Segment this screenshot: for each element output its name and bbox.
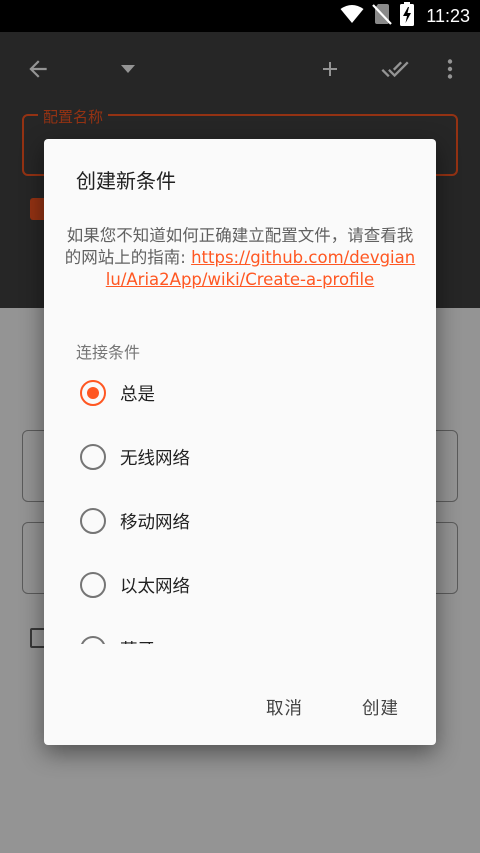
connection-condition-label: 连接条件 — [76, 343, 141, 362]
create-button[interactable]: 创建 — [362, 695, 399, 720]
option-wifi[interactable]: 无线网络 — [80, 437, 190, 477]
wifi-icon — [340, 4, 364, 28]
option-label: 总是 — [120, 384, 155, 405]
option-mobile[interactable]: 移动网络 — [80, 501, 190, 541]
status-time: 11:23 — [426, 5, 470, 26]
option-label: 以太网络 — [120, 576, 190, 597]
no-sim-icon — [372, 3, 393, 29]
battery-charging-icon — [400, 2, 415, 30]
create-condition-dialog: 创建新条件 如果您不知道如何正确建立配置文件，请查看我的网站上的指南: http… — [44, 139, 436, 745]
radio-button-unchecked-icon[interactable] — [80, 508, 106, 534]
radio-button-unchecked-icon[interactable] — [80, 636, 106, 644]
option-label: 移动网络 — [120, 512, 190, 533]
option-label: 蓝牙 — [120, 637, 155, 645]
option-bluetooth[interactable]: 蓝牙 — [80, 629, 155, 644]
dialog-title: 创建新条件 — [76, 169, 176, 193]
option-ethernet[interactable]: 以太网络 — [80, 565, 190, 605]
condition-options-list[interactable]: 总是 无线网络 移动网络 以太网络 蓝牙 — [44, 361, 436, 644]
radio-button-unchecked-icon[interactable] — [80, 572, 106, 598]
radio-button-checked-icon[interactable] — [80, 380, 106, 406]
status-icons: 11:23 — [340, 0, 470, 32]
dialog-message: 如果您不知道如何正确建立配置文件，请查看我的网站上的指南: https://gi… — [64, 225, 416, 291]
radio-button-unchecked-icon[interactable] — [80, 444, 106, 470]
status-bar: 11:23 — [0, 0, 480, 32]
option-label: 无线网络 — [120, 448, 190, 469]
cancel-button[interactable]: 取消 — [266, 695, 303, 720]
option-always[interactable]: 总是 — [80, 373, 155, 413]
